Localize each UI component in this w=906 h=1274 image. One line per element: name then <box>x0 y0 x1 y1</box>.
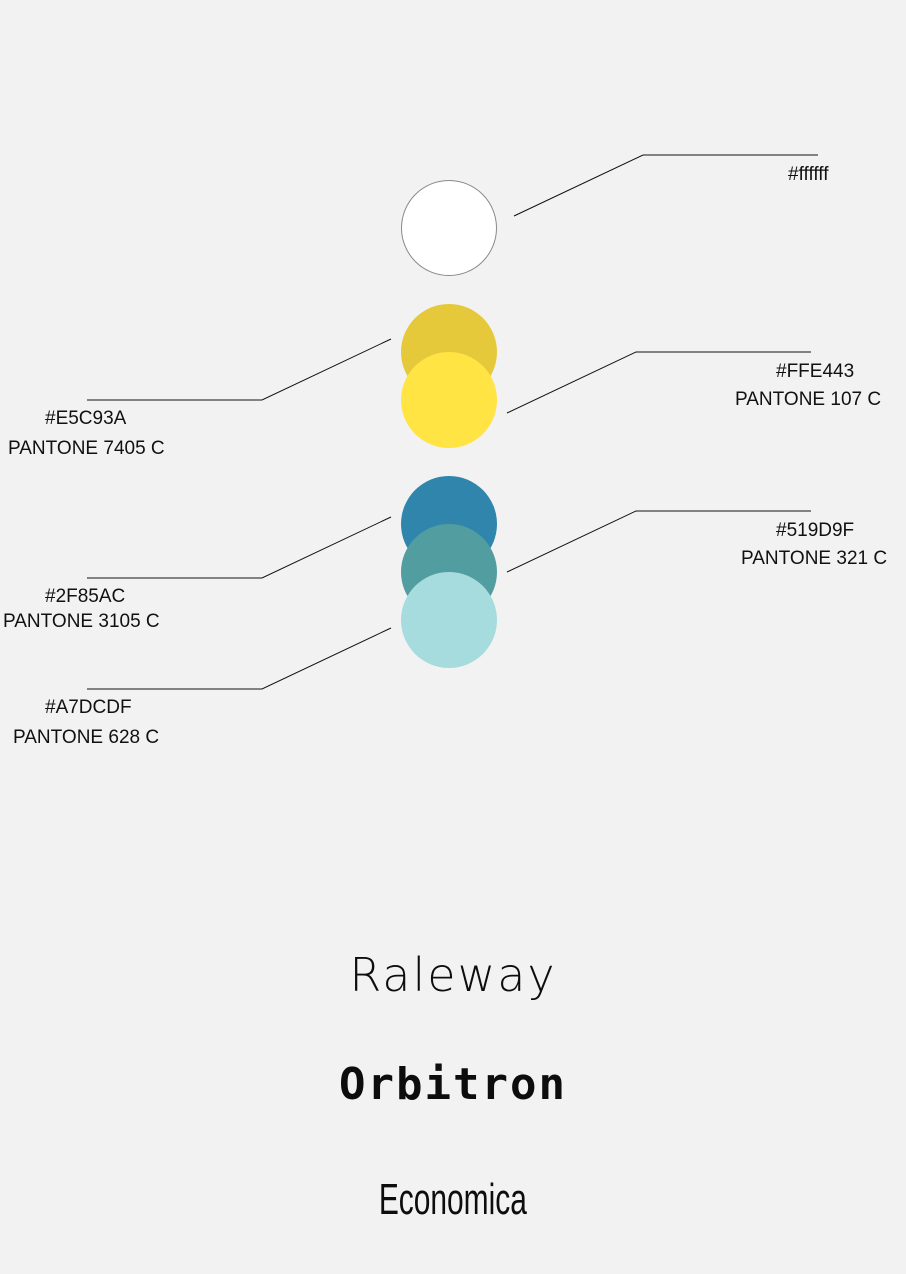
swatch-a7dcdf-hex: #A7DCDF <box>45 697 132 718</box>
swatch-519d9f-pantone: PANTONE 321 C <box>741 548 888 569</box>
swatch-ffffff-hex: #ffffff <box>788 164 829 185</box>
swatch-519d9f-hex: #519D9F <box>776 520 855 541</box>
font-sample-orbitron: Orbitron <box>339 1059 567 1110</box>
swatch-e5c93a-pantone: PANTONE 7405 C <box>8 438 165 459</box>
font-sample-economica-text: Economica <box>378 1175 528 1224</box>
leader-line-e5c93a <box>87 338 392 401</box>
swatch-ffe443-pantone: PANTONE 107 C <box>735 389 882 410</box>
font-sample-raleway: Raleway <box>349 948 557 1002</box>
swatch-a7dcdf-pantone: PANTONE 628 C <box>13 727 160 748</box>
leader-line-ffffff <box>513 154 818 217</box>
swatch-ffe443-hex: #FFE443 <box>776 361 855 382</box>
swatch-ffffff <box>401 180 497 276</box>
swatch-a7dcdf <box>401 572 497 668</box>
swatch-2f85ac-pantone: PANTONE 3105 C <box>3 611 160 632</box>
font-sample-economica: Economica <box>0 1178 906 1222</box>
leader-line-a7dcdf <box>87 627 392 690</box>
swatch-2f85ac-hex: #2F85AC <box>45 586 126 607</box>
swatch-ffe443 <box>401 352 497 448</box>
leader-line-2f85ac <box>87 516 392 579</box>
swatch-e5c93a-hex: #E5C93A <box>45 408 127 429</box>
